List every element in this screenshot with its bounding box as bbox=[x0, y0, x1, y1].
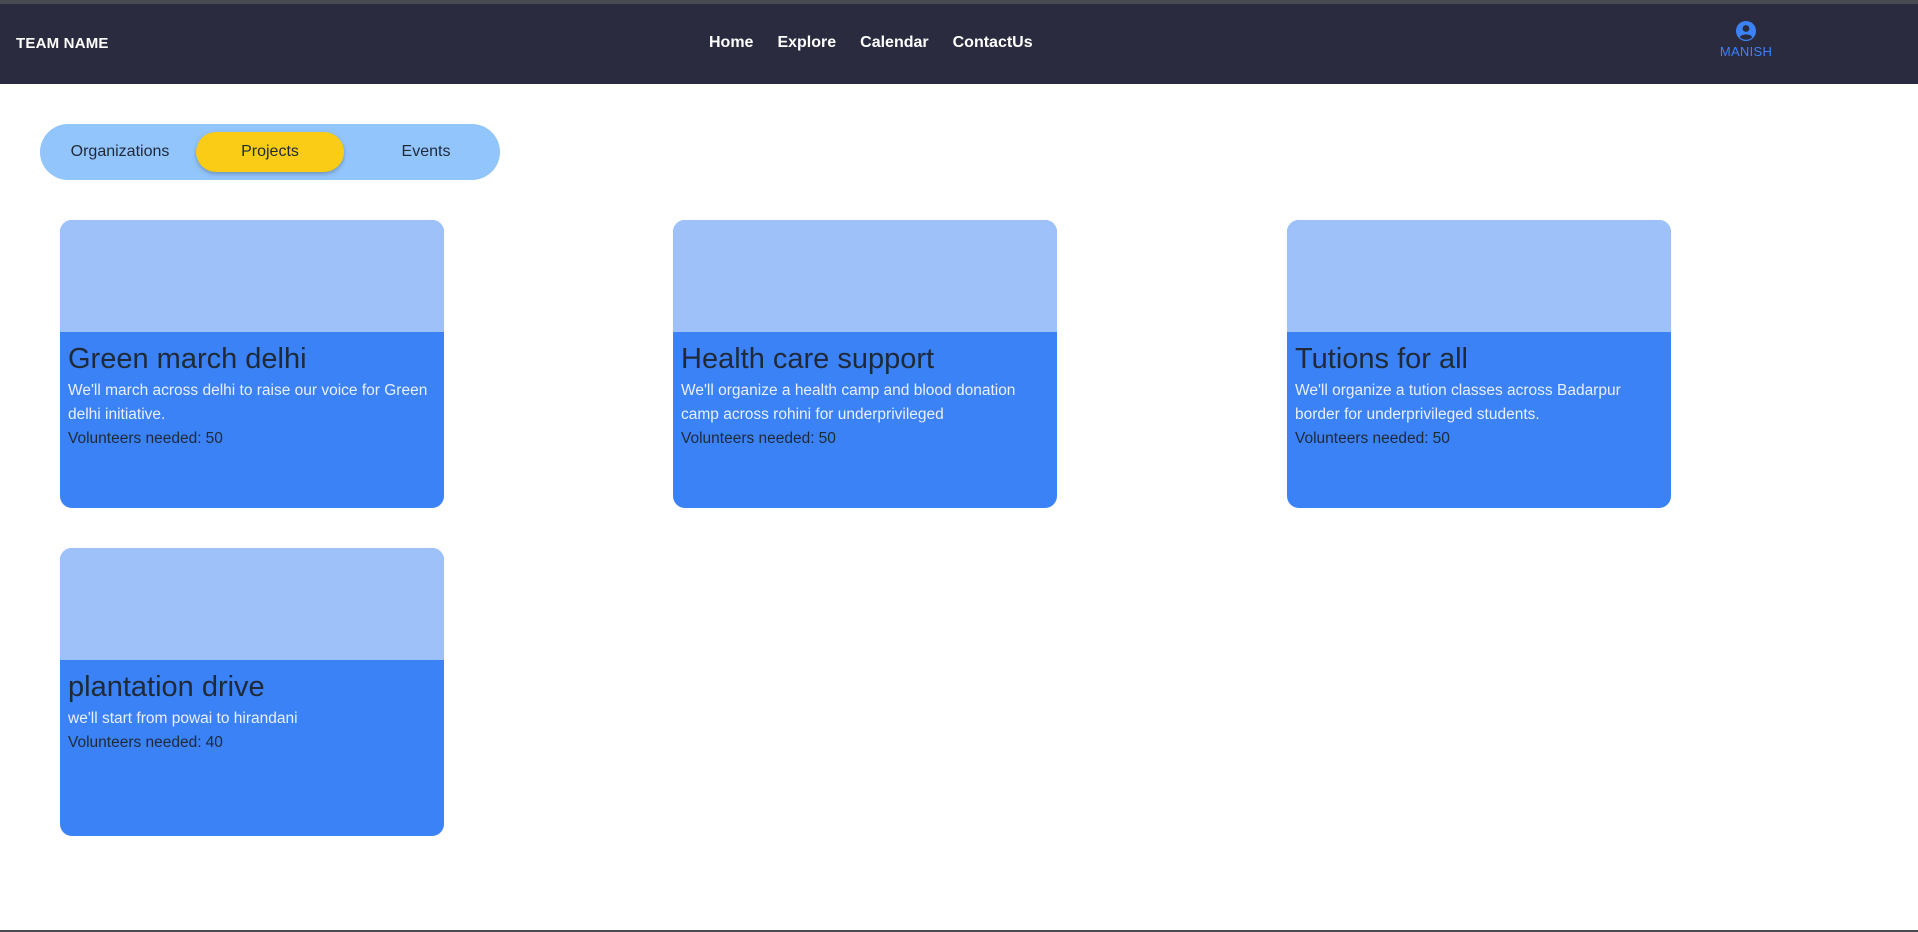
nav-link-home[interactable]: Home bbox=[709, 34, 753, 52]
card-title: plantation drive bbox=[68, 671, 265, 703]
project-card[interactable]: Health care support We'll organize a hea… bbox=[673, 220, 1057, 508]
card-body: plantation drive we'll start from powai … bbox=[60, 660, 444, 755]
card-body: Green march delhi We'll march across del… bbox=[60, 332, 444, 451]
nav-link-calendar[interactable]: Calendar bbox=[860, 34, 928, 52]
card-image bbox=[673, 220, 1057, 332]
volunteers-label: Volunteers needed: bbox=[1295, 430, 1429, 447]
card-image bbox=[60, 220, 444, 332]
card-volunteers: Volunteers needed: 40 bbox=[68, 731, 436, 755]
card-title: Tutions for all bbox=[1295, 343, 1468, 375]
user-circle-icon bbox=[1736, 21, 1756, 41]
navbar: TEAM NAME Home Explore Calendar ContactU… bbox=[0, 4, 1918, 84]
card-description: We'll organize a tution classes across B… bbox=[1295, 382, 1621, 423]
card-volunteers: Volunteers needed: 50 bbox=[68, 427, 436, 451]
tab-organizations[interactable]: Organizations bbox=[50, 132, 190, 172]
card-body: Tutions for all We'll organize a tution … bbox=[1287, 332, 1671, 451]
tab-events[interactable]: Events bbox=[358, 132, 494, 172]
user-profile[interactable]: MANISH bbox=[1716, 21, 1776, 59]
volunteers-label: Volunteers needed: bbox=[68, 734, 202, 751]
volunteers-count: 40 bbox=[205, 734, 223, 751]
category-tabs: Organizations Projects Events bbox=[40, 124, 500, 180]
card-title: Health care support bbox=[681, 343, 935, 375]
card-body: Health care support We'll organize a hea… bbox=[673, 332, 1057, 451]
volunteers-label: Volunteers needed: bbox=[681, 430, 815, 447]
nav-links: Home Explore Calendar ContactUs bbox=[709, 34, 1033, 52]
card-description: we'll start from powai to hirandani bbox=[68, 710, 298, 727]
card-image bbox=[1287, 220, 1671, 332]
volunteers-count: 50 bbox=[818, 430, 836, 447]
volunteers-label: Volunteers needed: bbox=[68, 430, 202, 447]
card-volunteers: Volunteers needed: 50 bbox=[1295, 427, 1663, 451]
tab-projects[interactable]: Projects bbox=[196, 132, 344, 172]
card-image bbox=[60, 548, 444, 660]
volunteers-count: 50 bbox=[205, 430, 223, 447]
brand-name[interactable]: TEAM NAME bbox=[16, 35, 109, 52]
nav-link-explore[interactable]: Explore bbox=[777, 34, 836, 52]
card-volunteers: Volunteers needed: 50 bbox=[681, 427, 1049, 451]
project-card[interactable]: Tutions for all We'll organize a tution … bbox=[1287, 220, 1671, 508]
volunteers-count: 50 bbox=[1432, 430, 1450, 447]
card-description: We'll march across delhi to raise our vo… bbox=[68, 382, 428, 423]
user-name: MANISH bbox=[1719, 44, 1773, 59]
card-description: We'll organize a health camp and blood d… bbox=[681, 382, 1016, 423]
nav-link-contactus[interactable]: ContactUs bbox=[953, 34, 1033, 52]
project-card[interactable]: plantation drive we'll start from powai … bbox=[60, 548, 444, 836]
card-title: Green march delhi bbox=[68, 343, 307, 375]
project-card[interactable]: Green march delhi We'll march across del… bbox=[60, 220, 444, 508]
